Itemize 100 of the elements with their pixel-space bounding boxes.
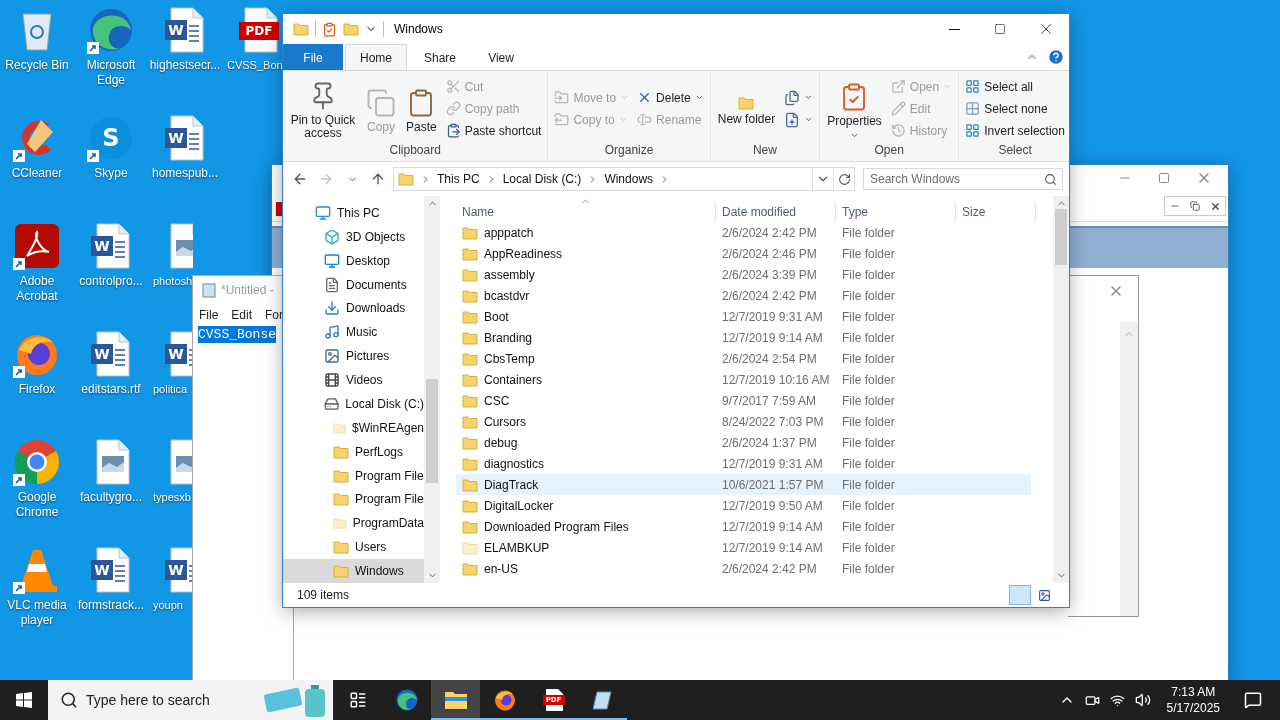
file-row[interactable]: assembly 2/6/2024 3:39 PM File folder — [456, 264, 1031, 285]
search-field[interactable]: Search Windows — [863, 168, 1063, 190]
maximize-icon[interactable] — [1158, 172, 1170, 184]
windows-logo-icon — [16, 692, 32, 708]
file-name: Boot — [456, 309, 716, 324]
drive-icon — [324, 395, 340, 412]
date-cell-text: 12/7/2019 9:14 AM — [721, 519, 824, 534]
file-row[interactable]: DigitalLocker 12/7/2019 9:50 AM File folder — [456, 495, 1031, 516]
network-icon[interactable] — [1109, 692, 1125, 708]
ribbon-button[interactable]: Pin to Quick access — [287, 77, 359, 140]
ribbon-button[interactable]: Paste — [403, 83, 440, 134]
breadcrumb[interactable]: Windows — [604, 172, 654, 186]
file-name: Downloaded Program Files — [456, 519, 716, 534]
nav-item[interactable]: This PC — [283, 201, 424, 225]
file-row[interactable]: DiagTrack 10/6/2021 1:57 PM File folder — [456, 474, 1031, 495]
file-row[interactable]: AppReadiness 2/6/2024 2:46 PM File folder — [456, 243, 1031, 264]
menu-item[interactable]: Edit — [231, 308, 253, 322]
ribbon-button[interactable]: Select none — [963, 97, 1067, 120]
breadcrumb[interactable]: This PC — [437, 172, 480, 186]
external-link-icon — [890, 79, 906, 94]
nav-item[interactable]: Pictures — [283, 344, 424, 369]
notepad-icon — [201, 282, 217, 298]
type-cell-text: File folder — [841, 561, 896, 576]
clock[interactable]: 7:13 AM 5/17/2025 — [1160, 684, 1226, 716]
grid-icon — [965, 123, 981, 138]
folder-icon — [398, 172, 414, 186]
desktop-icon-label: Firefox — [18, 382, 56, 397]
firefox-icon — [492, 688, 517, 712]
nav-item[interactable]: ProgramData — [283, 511, 424, 536]
date-cell-text: 2/6/2024 3:39 PM — [721, 267, 818, 282]
file-row[interactable]: Boot 12/7/2019 9:31 AM File folder — [456, 306, 1031, 327]
ribbon-button[interactable]: Invert selection — [963, 119, 1067, 142]
ribbon-button[interactable]: Paste shortcut — [443, 119, 544, 142]
taskbar-app-button[interactable] — [431, 680, 480, 720]
address-bar[interactable]: This PC Local Disk (C:) Windows — [393, 167, 855, 191]
chrome-icon[interactable] — [13, 438, 61, 486]
file-row[interactable]: apppatch 2/6/2024 2:42 PM File folder — [456, 222, 1031, 243]
minimize-icon — [948, 28, 960, 30]
ribbon-button[interactable]: New folder — [714, 91, 779, 126]
file-row[interactable]: Branding 12/7/2019 9:14 AM File folder — [456, 327, 1031, 348]
nav-item[interactable]: Music — [283, 320, 424, 345]
file-row[interactable]: Cursors 8/24/2022 7:03 PM File folder — [456, 411, 1031, 432]
acrobat-icon[interactable] — [13, 222, 61, 270]
nav-item[interactable]: 3D Objects — [283, 224, 424, 249]
scrollbar[interactable] — [424, 196, 440, 583]
scrollbar[interactable] — [1120, 322, 1138, 616]
nav-item[interactable]: Documents — [283, 272, 424, 297]
column-header[interactable]: Date modified — [716, 202, 836, 222]
date-cell-text: 9/7/2017 7:59 AM — [721, 393, 818, 408]
nav-item[interactable]: Users — [283, 535, 424, 560]
ribbon-button[interactable]: Select all — [963, 75, 1067, 98]
menu-item[interactable]: File — [199, 308, 219, 322]
folder-arrow-icon — [554, 90, 570, 105]
restore-icon — [1190, 201, 1200, 211]
file-name: Branding — [456, 330, 716, 345]
file-row[interactable]: CbsTemp 2/6/2024 2:54 PM File folder — [456, 348, 1031, 369]
nav-item[interactable]: Program File — [283, 487, 424, 512]
ribbon-button[interactable]: Properties — [824, 77, 885, 140]
file-row[interactable]: CSC 9/7/2017 7:59 AM File folder — [456, 390, 1031, 411]
nav-item[interactable]: PerfLogs — [283, 439, 424, 464]
volume-icon[interactable] — [1134, 692, 1151, 708]
type-cell-text: File folder — [841, 288, 896, 303]
monitor-icon — [324, 252, 340, 269]
file-row[interactable]: debug 2/6/2024 1:37 PM File folder — [456, 432, 1031, 453]
scroll-thumb[interactable] — [426, 379, 438, 483]
nav-item[interactable]: Local Disk (C:) — [283, 392, 424, 416]
nav-item[interactable]: Desktop — [283, 248, 424, 273]
scrollbar[interactable] — [1053, 196, 1069, 583]
menu-item[interactable]: For — [265, 308, 284, 322]
nav-item[interactable]: Videos — [283, 368, 424, 392]
nav-item[interactable]: Windows — [283, 559, 424, 583]
file-row[interactable]: Downloaded Program Files 12/7/2019 9:14 AM File folder — [456, 516, 1031, 537]
file-row[interactable]: diagnostics 12/7/2019 9:31 AM File folder — [456, 453, 1031, 474]
nav-item[interactable]: Program File — [283, 463, 424, 488]
nav-item[interactable]: Downloads — [283, 296, 424, 321]
type-cell-text: File folder — [841, 477, 896, 492]
folder-arrow-icon — [554, 112, 570, 127]
properties-icon[interactable] — [322, 21, 337, 37]
scroll-thumb[interactable] — [1055, 209, 1067, 265]
desktop-icon-label: politica — [153, 382, 188, 397]
nav-item[interactable]: $WinREAgen — [283, 415, 424, 440]
file-row[interactable]: ELAMBKUP 12/7/2019 9:14 AM File folder — [456, 537, 1031, 558]
type-cell-text: File folder — [841, 414, 896, 429]
ribbon-button[interactable]: Delete — [635, 86, 706, 109]
skype-icon[interactable] — [87, 114, 135, 162]
notifications-icon[interactable] — [1244, 691, 1262, 709]
edge-icon — [394, 688, 419, 712]
file-row[interactable]: bcastdvr 2/6/2024 2:42 PM File folder — [456, 285, 1031, 306]
desktop-icon-label: youpn — [153, 598, 183, 613]
file-row[interactable]: en-US 2/6/2024 2:42 PM File folder — [456, 558, 1031, 579]
file-name: CbsTemp — [456, 351, 716, 366]
help-icon[interactable] — [1047, 48, 1065, 66]
ribbon-tab[interactable]: File — [283, 44, 343, 70]
breadcrumb[interactable]: Local Disk (C:) — [502, 172, 582, 186]
column-header[interactable]: Type — [836, 202, 956, 222]
column-header[interactable]: Name — [456, 202, 716, 222]
ribbon-tab[interactable]: Home — [345, 44, 407, 70]
column-header[interactable]: Size — [956, 202, 1036, 222]
file-row[interactable]: Containers 12/7/2019 10:16 AM File folder — [456, 369, 1031, 390]
edge-icon[interactable] — [87, 6, 135, 54]
